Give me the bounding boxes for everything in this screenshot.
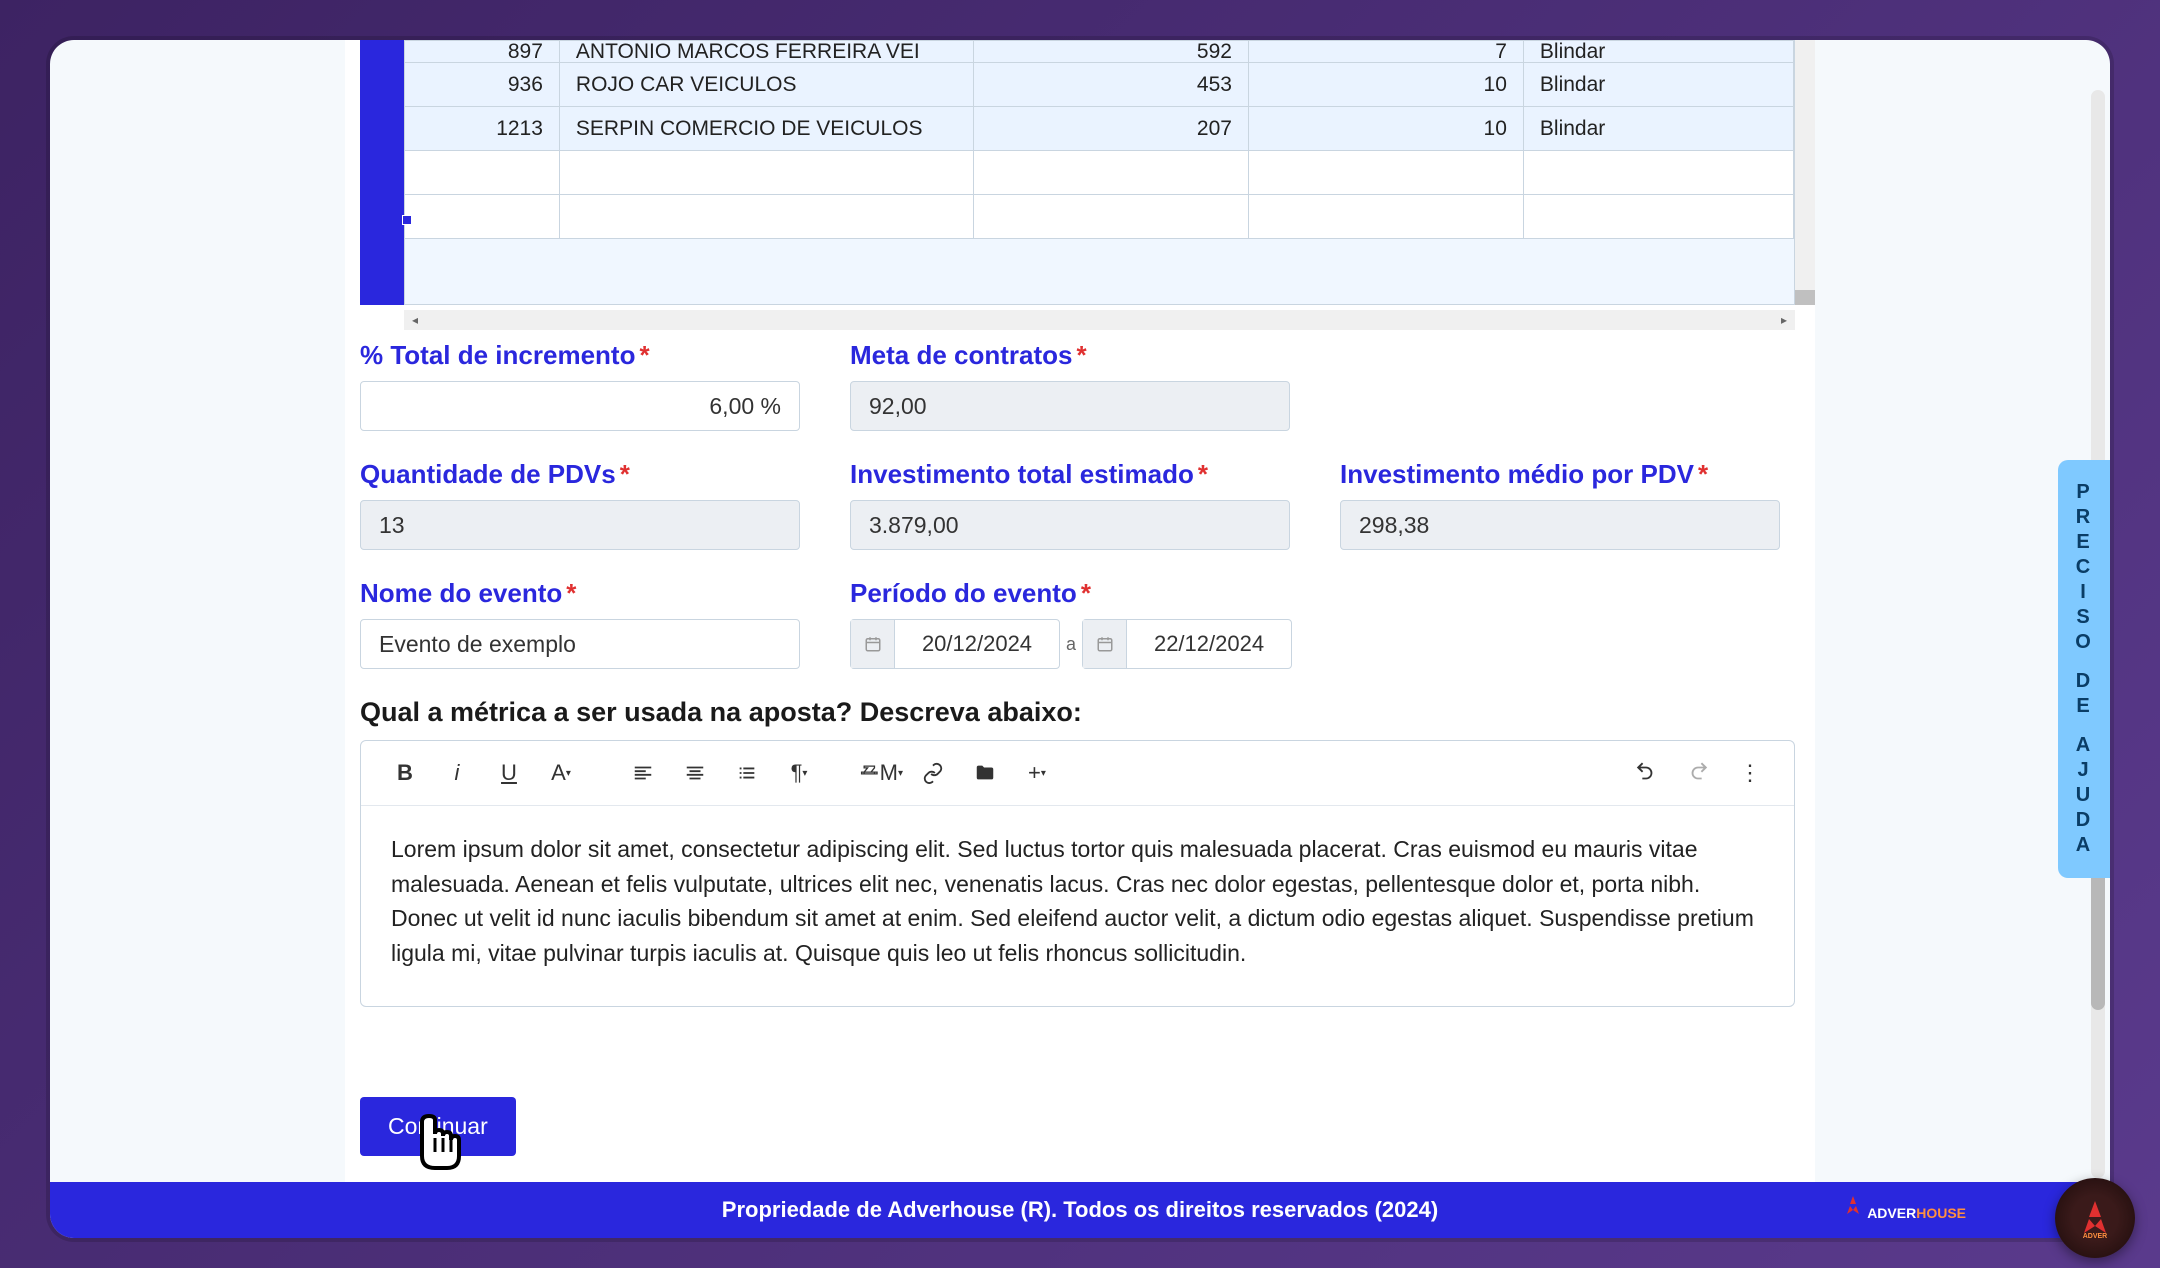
help-tab[interactable]: PRECISO DE AJUDA [2058, 460, 2110, 878]
bold-button[interactable]: B [383, 751, 427, 795]
font-button[interactable]: A▾ [539, 751, 583, 795]
content-scroll[interactable]: 897 ANTONIO MARCOS FERREIRA VEI 592 7 Bl… [50, 40, 2110, 1238]
paragraph-button[interactable]: ¶▾ [777, 751, 821, 795]
input-qtd-pdvs [360, 500, 800, 550]
table-row[interactable]: 897 ANTONIO MARCOS FERREIRA VEI 592 7 Bl… [405, 41, 1794, 63]
main-container: 897 ANTONIO MARCOS FERREIRA VEI 592 7 Bl… [345, 40, 1815, 1206]
input-invest-medio [1340, 500, 1780, 550]
scrollbar-thumb[interactable] [1795, 290, 1815, 305]
link-button[interactable] [911, 751, 955, 795]
italic-button[interactable]: i [435, 751, 479, 795]
input-invest-total [850, 500, 1290, 550]
scroll-right-icon[interactable]: ▸ [1777, 313, 1791, 327]
cursor-pointer-icon [397, 1108, 477, 1188]
table-row[interactable]: 936 ROJO CAR VEICULOS 453 10 Blindar [405, 63, 1794, 107]
calendar-icon [1083, 620, 1127, 668]
svg-text:ADVER: ADVER [2083, 1233, 2108, 1240]
date-separator: a [1066, 634, 1076, 655]
input-nome-evento[interactable] [360, 619, 800, 669]
underline-button[interactable]: U [487, 751, 531, 795]
more-button[interactable]: ⋮ [1728, 751, 1772, 795]
cell-name[interactable]: ROJO CAR VEICULOS [560, 63, 974, 106]
date-start-input[interactable]: 20/12/2024 [850, 619, 1060, 669]
label-periodo-evento: Período do evento* [850, 578, 1292, 609]
label-meta-contratos: Meta de contratos* [850, 340, 1290, 371]
align-center-button[interactable] [673, 751, 717, 795]
table-row[interactable] [405, 195, 1794, 239]
sheet-scrollbar-vertical[interactable] [1795, 40, 1815, 305]
align-left-button[interactable] [621, 751, 665, 795]
footer-text: Propriedade de Adverhouse (R). Todos os … [722, 1197, 1438, 1223]
input-meta-contratos [850, 381, 1290, 431]
editor-toolbar: B i U A▾ ¶▾ M▾ +▾ [361, 741, 1794, 806]
cell-cat[interactable]: Blindar [1524, 107, 1794, 150]
footer: Propriedade de Adverhouse (R). Todos os … [50, 1182, 2110, 1238]
cell-v1[interactable]: 592 [974, 41, 1249, 62]
table-row[interactable] [405, 151, 1794, 195]
scroll-left-icon[interactable]: ◂ [408, 313, 422, 327]
sheet-row-headers[interactable] [360, 40, 404, 305]
cell-v1[interactable]: 207 [974, 107, 1249, 150]
sheet-scrollbar-horizontal[interactable]: ◂ ▸ [404, 310, 1795, 330]
label-qtd-pdvs: Quantidade de PDVs* [360, 459, 800, 490]
redo-button[interactable] [1676, 751, 1720, 795]
date-end-value: 22/12/2024 [1127, 631, 1291, 657]
date-end-input[interactable]: 22/12/2024 [1082, 619, 1292, 669]
spreadsheet: 897 ANTONIO MARCOS FERREIRA VEI 592 7 Bl… [360, 40, 1815, 330]
input-total-incremento[interactable] [360, 381, 800, 431]
calendar-icon [851, 620, 895, 668]
cell-code[interactable]: 897 [405, 41, 560, 62]
cell-v2[interactable]: 7 [1249, 41, 1524, 62]
app-frame: 897 ANTONIO MARCOS FERREIRA VEI 592 7 Bl… [50, 40, 2110, 1238]
label-metrica: Qual a métrica a ser usada na aposta? De… [360, 697, 1815, 728]
date-start-value: 20/12/2024 [895, 631, 1059, 657]
label-invest-total: Investimento total estimado* [850, 459, 1290, 490]
cell-name[interactable]: ANTONIO MARCOS FERREIRA VEI [560, 41, 974, 62]
folder-button[interactable] [963, 751, 1007, 795]
insert-button[interactable]: +▾ [1015, 751, 1059, 795]
footer-logo: ADVERHOUSE [1841, 1194, 1966, 1221]
editor-content[interactable]: Lorem ipsum dolor sit amet, consectetur … [361, 806, 1794, 1006]
table-row[interactable]: 1213 SERPIN COMERCIO DE VEICULOS 207 10 … [405, 107, 1794, 151]
cell-code[interactable]: 1213 [405, 107, 560, 150]
sheet-body[interactable]: 897 ANTONIO MARCOS FERREIRA VEI 592 7 Bl… [404, 40, 1795, 305]
list-button[interactable] [725, 751, 769, 795]
label-invest-medio: Investimento médio por PDV* [1340, 459, 1780, 490]
label-total-incremento: % Total de incremento* [360, 340, 800, 371]
chat-bubble-avatar[interactable]: ADVER [2055, 1178, 2135, 1258]
strikethrough-button[interactable]: M▾ [859, 751, 903, 795]
undo-button[interactable] [1624, 751, 1668, 795]
cell-v2[interactable]: 10 [1249, 107, 1524, 150]
selection-handle[interactable] [402, 215, 412, 225]
cell-name[interactable]: SERPIN COMERCIO DE VEICULOS [560, 107, 974, 150]
label-nome-evento: Nome do evento* [360, 578, 800, 609]
cell-v2[interactable]: 10 [1249, 63, 1524, 106]
cell-code[interactable]: 936 [405, 63, 560, 106]
rich-text-editor: B i U A▾ ¶▾ M▾ +▾ [360, 740, 1795, 1007]
cell-v1[interactable]: 453 [974, 63, 1249, 106]
form: % Total de incremento* Meta de contratos… [360, 330, 1815, 1206]
cell-cat[interactable]: Blindar [1524, 63, 1794, 106]
cell-cat[interactable]: Blindar [1524, 41, 1794, 62]
